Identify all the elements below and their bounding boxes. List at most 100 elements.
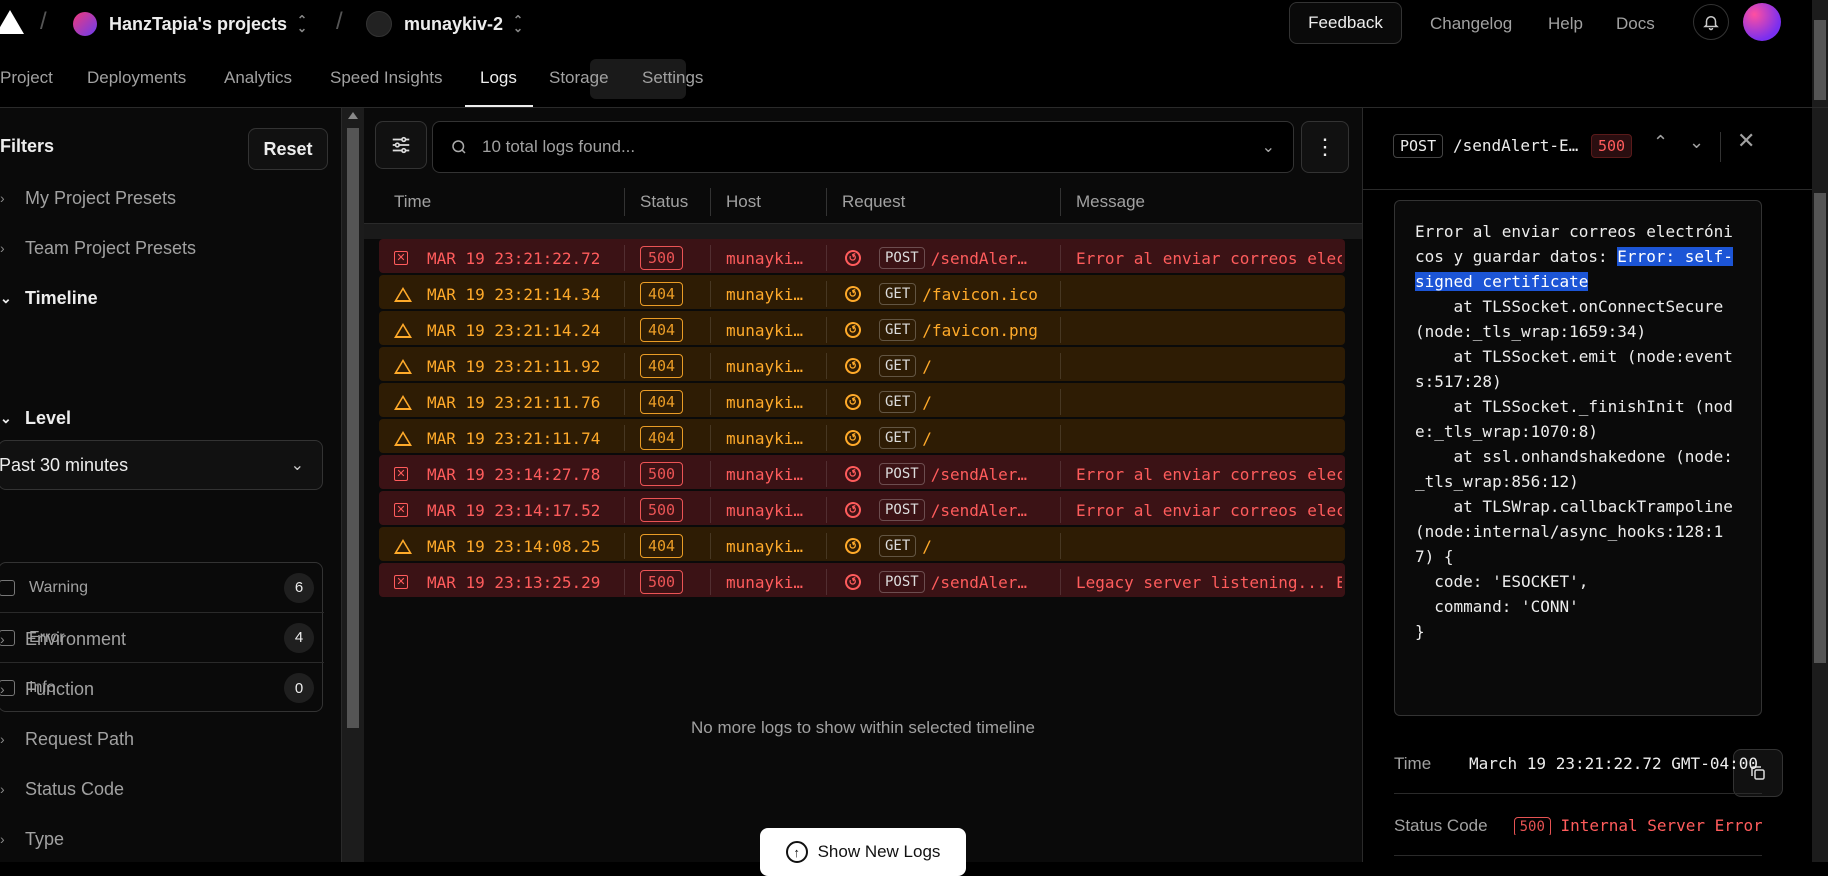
column-message[interactable]: Message <box>1076 180 1145 224</box>
filter-request-path[interactable]: › Request Path <box>0 717 134 761</box>
tab-logs[interactable]: Logs <box>480 48 517 108</box>
row-host: munayki… <box>726 572 804 592</box>
show-new-logs-label: Show New Logs <box>817 842 941 861</box>
show-new-logs-button[interactable]: ↑ Show New Logs <box>760 828 966 876</box>
help-link[interactable]: Help <box>1548 0 1583 48</box>
chevron-down-icon[interactable]: ⌄ <box>1262 137 1275 157</box>
filter-environment[interactable]: › Environment <box>0 617 126 661</box>
level-warning-option[interactable]: Warning 6 <box>0 563 324 613</box>
detail-status-value: 500 Internal Server Error <box>1513 816 1762 835</box>
tab-deployments[interactable]: Deployments <box>87 48 186 108</box>
table-row[interactable]: MAR 19 23:21:11.92 404 munayki… ↺ GET / <box>379 347 1345 381</box>
chevron-up-down-icon: ⌃ ⌄ <box>513 13 524 35</box>
cell-divider <box>1060 497 1061 523</box>
table-row[interactable]: ✕ MAR 19 23:21:22.72 500 munayki… ↺ POST/send… <box>379 239 1345 273</box>
project-switcher[interactable]: munaykiv-2 ⌃ ⌄ <box>366 0 523 48</box>
column-request[interactable]: Request <box>842 180 905 224</box>
filter-level[interactable]: ⌄ Level <box>0 396 71 440</box>
error-icon: ✕ <box>394 251 408 265</box>
row-message <box>1076 383 1342 421</box>
filter-function[interactable]: › Function <box>0 667 94 711</box>
filter-timeline[interactable]: ⌄ Timeline <box>0 276 98 320</box>
table-row[interactable]: MAR 19 23:21:14.34 404 munayki… ↺ GET/favico… <box>379 275 1345 309</box>
table-row[interactable]: ✕ MAR 19 23:13:25.29 500 munayki… ↺ POST/send… <box>379 563 1345 597</box>
chevron-down-icon: ⌄ <box>290 457 304 474</box>
column-host[interactable]: Host <box>726 180 761 224</box>
cell-divider <box>624 389 625 415</box>
scrollbar-thumb[interactable] <box>347 128 359 728</box>
chevron-down-icon[interactable]: ⌄ <box>1689 132 1704 153</box>
detail-header: POST /sendAlert-E… 500 ⌃ ⌄ ✕ <box>1363 108 1813 190</box>
toggle-filters-button[interactable] <box>375 121 427 169</box>
column-time[interactable]: Time <box>394 180 431 224</box>
feedback-button[interactable]: Feedback <box>1289 2 1402 44</box>
cell-divider <box>624 353 625 379</box>
tab-speed-insights[interactable]: Speed Insights <box>330 48 442 108</box>
table-row[interactable]: MAR 19 23:21:14.24 404 munayki… ↺ GET/favico… <box>379 311 1345 345</box>
detail-scrollbar[interactable] <box>1812 108 1828 862</box>
row-message <box>1076 527 1342 565</box>
table-row[interactable]: MAR 19 23:21:11.74 404 munayki… ↺ GET / <box>379 419 1345 453</box>
tab-settings[interactable]: Settings <box>642 48 703 108</box>
table-row[interactable]: MAR 19 23:14:08.25 404 munayki… ↺ GET / <box>379 527 1345 561</box>
chevron-up-icon[interactable]: ⌃ <box>1653 132 1668 153</box>
tab-storage[interactable]: Storage <box>549 48 609 108</box>
chevron-right-icon: › <box>0 781 5 797</box>
filter-type[interactable]: › Type <box>0 817 64 861</box>
error-icon: ✕ <box>394 575 408 589</box>
notifications-button[interactable] <box>1693 4 1729 40</box>
cell-divider <box>624 281 625 307</box>
row-host: munayki… <box>726 392 804 412</box>
vercel-logo-icon[interactable] <box>0 10 24 34</box>
row-host: munayki… <box>726 248 804 268</box>
column-divider[interactable] <box>624 188 625 216</box>
function-icon: ↺ <box>842 499 864 521</box>
scroll-up-icon[interactable] <box>348 112 358 119</box>
table-row[interactable]: ✕ MAR 19 23:14:17.52 500 munayki… ↺ POST/send… <box>379 491 1345 525</box>
row-method-badge: POST <box>879 247 925 269</box>
filter-label: Function <box>25 678 95 699</box>
filter-label: Level <box>25 407 72 428</box>
cell-divider <box>710 461 711 487</box>
table-row[interactable]: ✕ MAR 19 23:14:27.78 500 munayki… ↺ POST/send… <box>379 455 1345 489</box>
tab-analytics[interactable]: Analytics <box>224 48 292 108</box>
project-avatar <box>366 11 392 37</box>
logs-panel: 10 total logs found... ⌄ ⋮ Time Status H… <box>364 108 1362 876</box>
docs-link[interactable]: Docs <box>1616 0 1655 48</box>
cell-divider <box>710 425 711 451</box>
cell-divider <box>710 317 711 343</box>
filter-label: Status Code <box>25 778 125 799</box>
warning-checkbox[interactable] <box>0 579 15 596</box>
filter-team-project-presets[interactable]: › Team Project Presets <box>0 226 196 270</box>
scrollbar-thumb[interactable] <box>1814 193 1826 663</box>
close-icon[interactable]: ✕ <box>1737 128 1755 154</box>
warning-icon <box>394 394 412 410</box>
user-avatar[interactable] <box>1743 3 1781 41</box>
log-message-box[interactable]: Error al enviar correos electrónicos y g… <box>1394 200 1783 797</box>
function-icon: ↺ <box>842 571 864 593</box>
cell-divider <box>710 569 711 595</box>
column-status[interactable]: Status <box>640 180 688 224</box>
column-divider[interactable] <box>826 188 827 216</box>
column-divider[interactable] <box>710 188 711 216</box>
warning-icon <box>394 358 412 374</box>
changelog-link[interactable]: Changelog <box>1430 0 1512 48</box>
table-row[interactable]: MAR 19 23:21:11.76 404 munayki… ↺ GET / <box>379 383 1345 417</box>
level-label: Warning <box>29 578 88 596</box>
filter-status-code[interactable]: › Status Code <box>0 767 124 811</box>
filter-my-project-presets[interactable]: › My Project Presets <box>0 176 176 220</box>
cell-divider <box>826 389 827 415</box>
more-options-button[interactable]: ⋮ <box>1301 121 1349 173</box>
filter-label: Request Path <box>25 728 135 749</box>
bell-icon <box>1703 16 1719 31</box>
detail-status-row: Status Code 500 Internal Server Error <box>1394 796 1762 856</box>
tab-project[interactable]: Project <box>0 48 53 108</box>
log-search-field[interactable]: 10 total logs found... ⌄ <box>432 121 1294 173</box>
column-divider[interactable] <box>1060 188 1061 216</box>
cell-divider <box>624 533 625 559</box>
sidebar-scrollbar[interactable] <box>342 108 364 862</box>
reset-button[interactable]: Reset <box>248 128 328 170</box>
cell-divider <box>826 533 827 559</box>
timeline-select[interactable]: Past 30 minutes ⌄ <box>0 440 323 490</box>
team-switcher[interactable]: HanzTapia's projects ⌃ ⌄ <box>73 0 307 48</box>
